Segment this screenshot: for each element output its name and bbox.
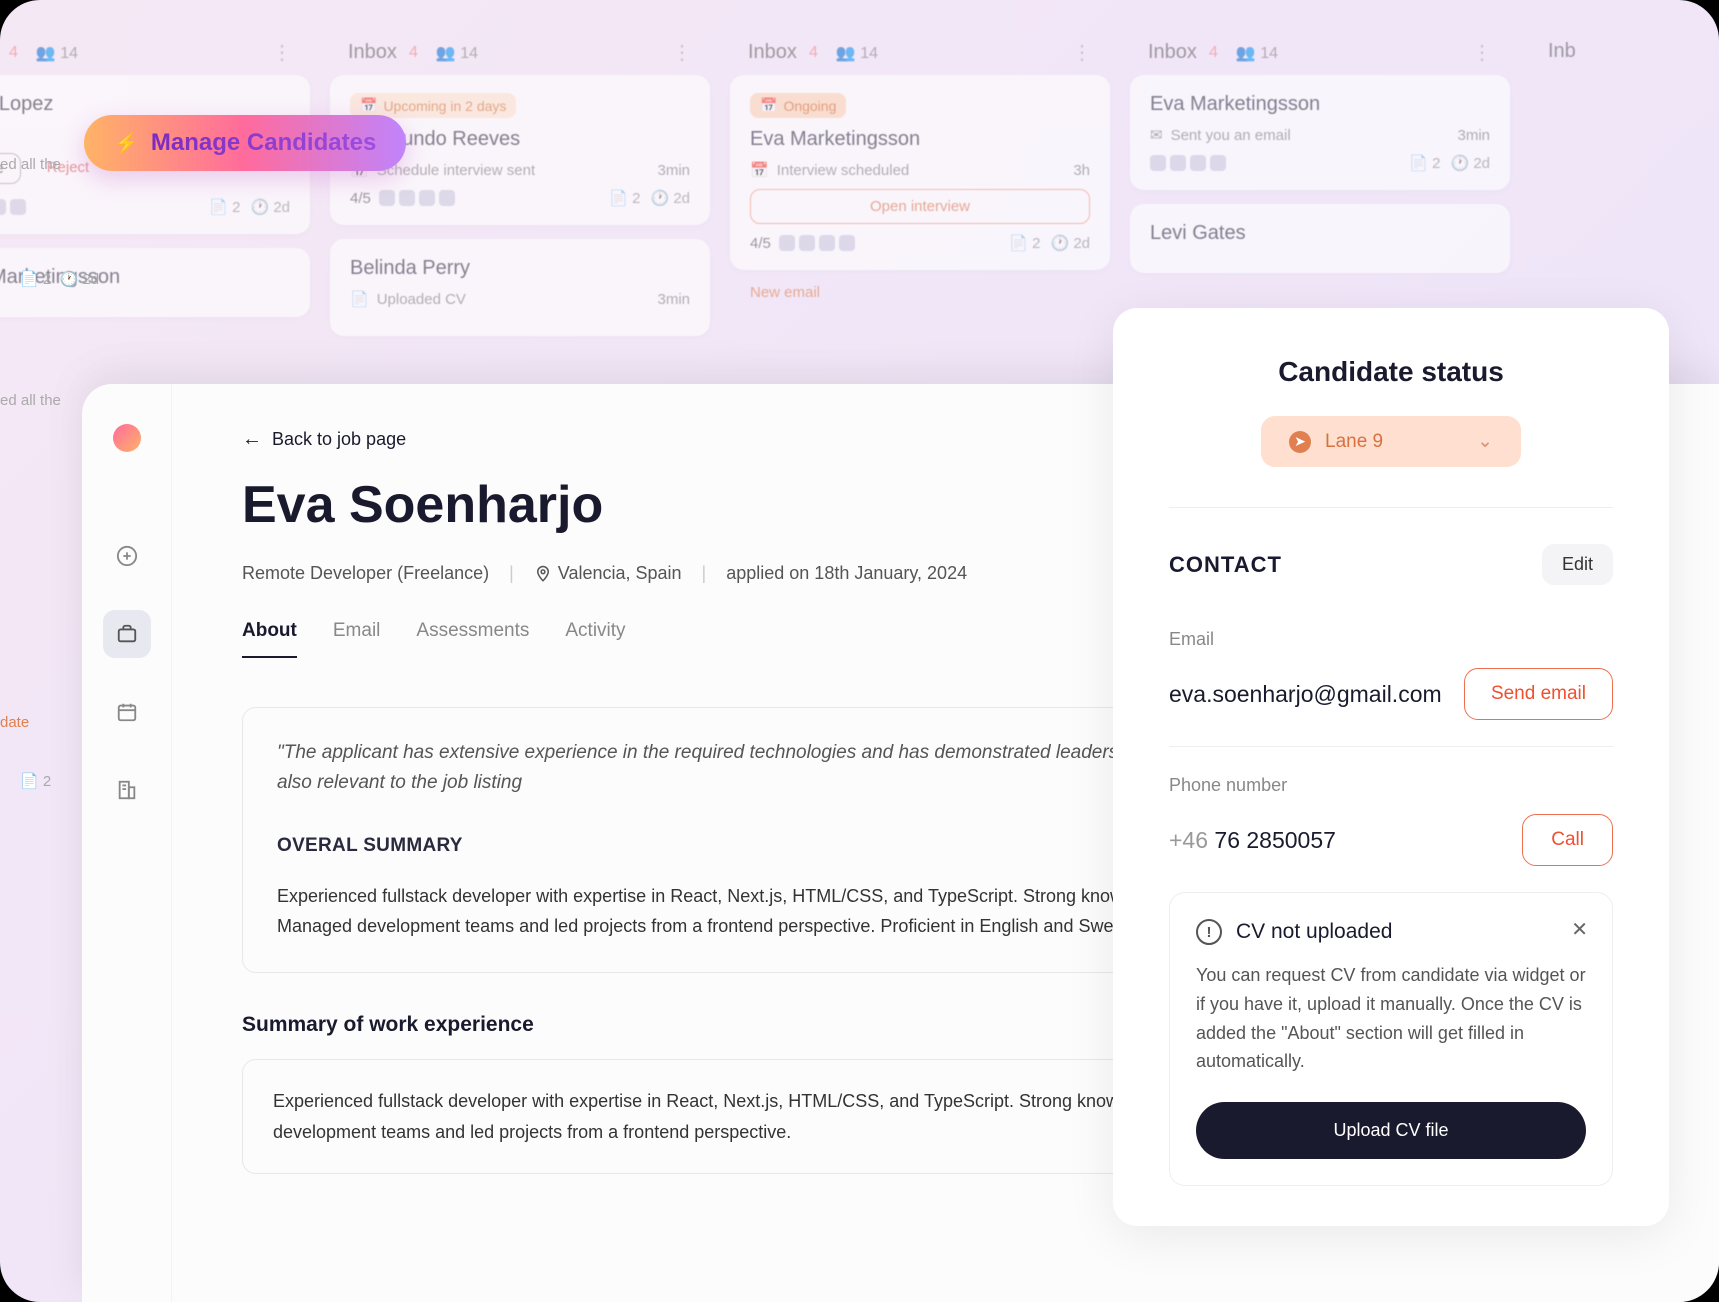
column-label: Inbox: [1148, 41, 1197, 64]
phone-label: Phone number: [1169, 775, 1613, 796]
people-icon: 👥 14: [436, 43, 478, 63]
email-value: eva.soenharjo@gmail.com: [1169, 681, 1442, 708]
building-icon[interactable]: [103, 766, 151, 814]
tab-assessments[interactable]: Assessments: [416, 620, 529, 658]
back-link[interactable]: ← Back to job page: [242, 428, 406, 451]
calendar-icon[interactable]: [103, 688, 151, 736]
mail-icon: ✉: [1150, 126, 1163, 144]
location-icon: [534, 565, 552, 583]
close-icon[interactable]: ✕: [1571, 917, 1588, 942]
card-name: Levi Gates: [1150, 222, 1490, 245]
tab-about[interactable]: About: [242, 620, 297, 658]
send-email-button[interactable]: Send email: [1464, 668, 1613, 720]
candidate-card[interactable]: 📅 Ongoing Eva Marketingsson 📅Interview s…: [730, 75, 1110, 270]
candidate-card[interactable]: Belinda Perry 📄Uploaded CV3min: [330, 239, 710, 336]
tab-activity[interactable]: Activity: [565, 620, 625, 658]
card-name: Eva Marketingsson: [750, 128, 1090, 151]
people-icon: 👥 14: [836, 43, 878, 63]
contact-heading: CONTACT: [1169, 552, 1282, 578]
manage-candidates-pill[interactable]: ⚡ Manage Candidates: [84, 115, 406, 171]
bg-fragment: 📄 2: [20, 772, 51, 790]
column-count: 4: [1209, 44, 1218, 62]
card-name: Loris Lopez: [0, 93, 290, 116]
lane-icon: ➤: [1289, 431, 1311, 453]
kebab-icon[interactable]: ⋮: [272, 40, 292, 65]
column-count: 4: [809, 44, 818, 62]
pill-label: Manage Candidates: [151, 129, 376, 157]
social-icons: [779, 235, 855, 251]
call-button[interactable]: Call: [1522, 814, 1613, 866]
edit-button[interactable]: Edit: [1542, 544, 1613, 585]
chevron-down-icon: ⌄: [1477, 430, 1493, 453]
docs-icon: 📄 2: [609, 189, 640, 207]
social-icons: [379, 190, 455, 206]
kebab-icon[interactable]: ⋮: [1072, 40, 1092, 65]
left-rail: [82, 384, 172, 1302]
briefcase-icon[interactable]: [103, 610, 151, 658]
email-label: Email: [1169, 629, 1613, 650]
candidate-card[interactable]: Levi Gates: [1130, 204, 1510, 273]
clock-icon: 🕐 2d: [1450, 154, 1490, 172]
score: 4/5: [750, 235, 771, 252]
column-label: Inb: [1548, 40, 1576, 63]
doc-icon: 📄: [350, 290, 369, 308]
separator: |: [702, 563, 707, 584]
alert-icon: !: [1196, 919, 1222, 945]
column-label: Inbox: [748, 41, 797, 64]
lane-label: Lane 9: [1325, 431, 1383, 453]
candidate-card[interactable]: Eva Marketingsson ✉Sent you an email3min…: [1130, 75, 1510, 190]
column-label: Inbox: [348, 41, 397, 64]
divider: [1169, 507, 1613, 508]
cv-alert: ! CV not uploaded ✕ You can request CV f…: [1169, 892, 1613, 1186]
column-count: 4: [409, 44, 418, 62]
bg-fragment: ed all the: [0, 392, 61, 409]
bg-fragment: 📄 2 🕐 2d: [20, 270, 99, 288]
status-badge: 📅 Ongoing: [750, 93, 846, 118]
card-name: Belinda Perry: [350, 257, 690, 280]
new-email-button[interactable]: New email: [750, 284, 820, 301]
add-icon[interactable]: [103, 532, 151, 580]
bg-fragment: date: [0, 714, 29, 731]
candidate-status-sidebar: Candidate status ➤ Lane 9 ⌄ CONTACT Edit…: [1113, 308, 1669, 1226]
sidebar-title: Candidate status: [1169, 356, 1613, 388]
cv-alert-body: You can request CV from candidate via wi…: [1196, 961, 1586, 1076]
divider: [1169, 746, 1613, 747]
bg-fragment: ed all the: [0, 156, 61, 173]
social-icons: [1150, 155, 1226, 171]
upload-cv-button[interactable]: Upload CV file: [1196, 1102, 1586, 1159]
kebab-icon[interactable]: ⋮: [1472, 40, 1492, 65]
card-name: Eva Marketingsson: [1150, 93, 1490, 116]
social-icons: [0, 199, 26, 215]
docs-icon: 📄 2: [1009, 234, 1040, 252]
candidate-role: Remote Developer (Freelance): [242, 563, 489, 584]
candidate-location: Valencia, Spain: [558, 563, 682, 584]
clock-icon: 🕐 2d: [1050, 234, 1090, 252]
candidate-applied: applied on 18th January, 2024: [726, 563, 967, 584]
back-label: Back to job page: [272, 429, 406, 450]
cv-alert-title: CV not uploaded: [1236, 920, 1392, 944]
kebab-icon[interactable]: ⋮: [672, 40, 692, 65]
open-interview-button[interactable]: Open interview: [750, 189, 1090, 224]
tab-email[interactable]: Email: [333, 620, 381, 658]
app-logo-icon[interactable]: [113, 424, 141, 452]
people-icon: 👥 14: [1236, 43, 1278, 63]
docs-icon: 📄 2: [1409, 154, 1440, 172]
column-count: 4: [9, 44, 18, 62]
lane-select[interactable]: ➤ Lane 9 ⌄: [1261, 416, 1521, 467]
clock-icon: 🕐 2d: [650, 189, 690, 207]
separator: |: [509, 563, 514, 584]
score: 4/5: [350, 190, 371, 207]
arrow-left-icon: ←: [242, 428, 262, 451]
people-icon: 👥 14: [36, 43, 78, 63]
calendar-icon: 📅: [750, 161, 769, 179]
phone-value: +46 76 2850057: [1169, 827, 1336, 854]
docs-icon: 📄 2: [209, 198, 240, 216]
bolt-icon: ⚡: [114, 131, 139, 156]
clock-icon: 🕐 2d: [250, 198, 290, 216]
